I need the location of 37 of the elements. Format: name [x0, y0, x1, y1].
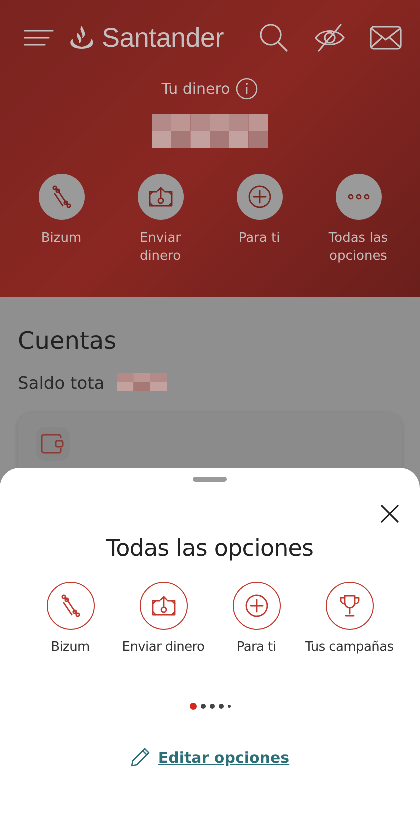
- brand-name: Santander: [102, 22, 224, 54]
- option-button[interactable]: [326, 582, 374, 630]
- edit-options-link[interactable]: Editar opciones: [130, 748, 290, 768]
- percent-icon: [60, 594, 82, 618]
- more-icon: [348, 194, 370, 200]
- pencil-icon: [130, 748, 150, 768]
- quick-action-button[interactable]: [236, 174, 282, 220]
- option-label: Enviar dinero: [122, 640, 205, 655]
- quick-action-button[interactable]: [336, 174, 382, 220]
- money-send-icon: [148, 186, 174, 208]
- quick-action-label: Para ti: [238, 230, 280, 248]
- option-button[interactable]: [46, 582, 94, 630]
- option-label: Bizum: [51, 640, 90, 655]
- money-send-icon: [150, 595, 176, 617]
- close-icon[interactable]: [380, 504, 400, 524]
- trophy-icon: [338, 594, 360, 618]
- blurred-amount: [116, 373, 167, 391]
- percent-icon: [50, 185, 72, 209]
- option-button[interactable]: [140, 582, 188, 630]
- plus-circle-icon: [248, 185, 272, 209]
- quick-action-label: Todas las opciones: [328, 230, 390, 266]
- quick-action-label: Bizum: [41, 230, 82, 248]
- total-balance-label: Saldo tota: [18, 374, 105, 394]
- info-icon[interactable]: [236, 78, 258, 100]
- section-title: Cuentas: [18, 327, 118, 355]
- flame-logo-icon: [68, 25, 96, 51]
- balance-label: Tu dinero: [162, 80, 230, 98]
- option-button[interactable]: [232, 582, 280, 630]
- plus-circle-icon: [244, 594, 268, 618]
- option-label: Para ti: [236, 640, 276, 655]
- option-label: Tus campañas: [305, 640, 394, 655]
- wallet-icon: [36, 427, 70, 461]
- quick-action-button[interactable]: [38, 174, 84, 220]
- quick-action-button[interactable]: [138, 174, 184, 220]
- quick-action-label: Enviar dinero: [138, 230, 182, 266]
- sheet-title: Todas las opciones: [106, 536, 314, 562]
- drag-handle[interactable]: [193, 477, 227, 482]
